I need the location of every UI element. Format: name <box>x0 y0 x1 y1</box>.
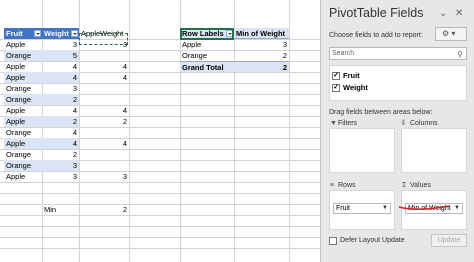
gridline <box>0 226 320 227</box>
pivot-grand-total-label[interactable]: Grand Total <box>180 61 234 72</box>
table-cell-fruit[interactable]: Apple <box>4 39 42 50</box>
rows-area[interactable]: ≡ Rows Fruit ▼ <box>329 182 395 230</box>
table-cell-fruit[interactable]: Apple <box>4 171 42 182</box>
table-cell-fruit[interactable]: Orange <box>4 83 42 94</box>
chevron-down-icon[interactable]: ⌄ <box>439 8 447 19</box>
layout-options-button[interactable]: ⚙ ▾ <box>435 27 467 41</box>
pivot-grand-total-value[interactable]: 2 <box>234 61 289 72</box>
formula-cell[interactable]: 4 <box>79 138 129 149</box>
checkbox[interactable] <box>329 237 337 245</box>
table-cell-weight[interactable]: 3 <box>42 160 79 171</box>
table-cell-fruit[interactable]: Orange <box>4 149 42 160</box>
field-list: ✓ Fruit ✓ Weight <box>329 65 467 101</box>
formula-cell[interactable]: 4 <box>79 105 129 116</box>
checkbox[interactable]: ✓ <box>332 84 340 92</box>
columns-icon: ‖ <box>402 120 405 127</box>
min-value[interactable]: 2 <box>79 204 129 215</box>
formula-cell[interactable]: 4 <box>79 72 129 83</box>
formula-cell[interactable] <box>79 50 129 61</box>
close-icon[interactable]: ✕ <box>455 8 463 19</box>
pivot-row-label[interactable]: Apple <box>180 39 234 50</box>
table-cell-weight[interactable]: 4 <box>42 105 79 116</box>
pivot-row-value[interactable]: 2 <box>234 50 289 61</box>
drag-fields-label: Drag fields between areas below: <box>329 109 433 116</box>
formula-cell[interactable] <box>79 127 129 138</box>
formula-cell[interactable] <box>79 160 129 171</box>
red-annotation-underline <box>398 205 450 210</box>
table-cell-fruit[interactable]: Apple <box>4 116 42 127</box>
chevron-down-icon[interactable]: ▼ <box>454 204 460 213</box>
filter-dropdown-icon[interactable] <box>34 30 41 37</box>
rows-icon: ≡ <box>330 182 335 189</box>
formula-cell[interactable]: 4 <box>79 61 129 72</box>
pane-title: PivotTable Fields <box>329 6 424 20</box>
filters-area[interactable]: ▼ Filters <box>329 120 395 173</box>
choose-fields-label: Choose fields to add to report: <box>329 32 423 39</box>
table-cell-weight[interactable]: 4 <box>42 138 79 149</box>
table-cell-weight[interactable]: 2 <box>42 149 79 160</box>
search-placeholder: Search <box>332 50 355 57</box>
pivot-header-value[interactable]: Min of Weight <box>234 28 289 39</box>
columns-area[interactable]: ‖ Columns <box>401 120 467 173</box>
table-cell-weight[interactable]: 4 <box>42 72 79 83</box>
formula-cell[interactable]: 3 <box>79 39 129 50</box>
rows-field-fruit[interactable]: Fruit ▼ <box>333 203 391 214</box>
table-cell-weight[interactable]: 2 <box>42 116 79 127</box>
sigma-icon: Σ <box>402 182 407 189</box>
table-cell-fruit[interactable]: Orange <box>4 94 42 105</box>
table-cell-fruit[interactable]: Orange <box>4 127 42 138</box>
field-item-weight[interactable]: ✓ Weight <box>332 83 462 93</box>
chevron-down-icon[interactable]: ▼ <box>382 204 388 213</box>
pivot-row-value[interactable]: 3 <box>234 39 289 50</box>
table-cell-weight[interactable]: 3 <box>42 83 79 94</box>
min-label[interactable]: Min <box>42 204 79 215</box>
field-item-fruit[interactable]: ✓ Fruit <box>332 71 462 81</box>
update-button[interactable]: Update <box>431 234 467 247</box>
table-cell-fruit[interactable]: Apple <box>4 138 42 149</box>
table-cell-fruit[interactable]: Apple <box>4 61 42 72</box>
table-header-fruit[interactable]: Fruit <box>4 28 42 39</box>
gridline <box>0 248 320 249</box>
formula-cell[interactable]: 3 <box>79 171 129 182</box>
table-cell-weight[interactable]: 4 <box>42 61 79 72</box>
table-cell-fruit[interactable]: Orange <box>4 160 42 171</box>
formula-cell[interactable]: 2 <box>79 116 129 127</box>
worksheet[interactable]: Fruit Weight AppleWeight Apple 3 3 Orang… <box>0 0 320 262</box>
table-cell-weight[interactable]: 2 <box>42 94 79 105</box>
search-icon: ⚲ <box>457 50 463 59</box>
gridline <box>0 182 320 183</box>
table-cell-weight[interactable]: 3 <box>42 171 79 182</box>
table-cell-weight[interactable]: 3 <box>42 39 79 50</box>
gridline <box>0 215 320 216</box>
search-input[interactable]: Search ⚲ <box>329 47 467 60</box>
pivot-fields-pane: PivotTable Fields ⌄ ✕ Choose fields to a… <box>320 0 474 262</box>
table-cell-fruit[interactable]: Orange <box>4 50 42 61</box>
filter-dropdown-icon[interactable] <box>71 30 78 37</box>
checkbox[interactable]: ✓ <box>332 72 340 80</box>
table-cell-weight[interactable]: 4 <box>42 127 79 138</box>
filter-icon: ▼ <box>330 120 337 127</box>
table-cell-fruit[interactable]: Apple <box>4 105 42 116</box>
formula-cell[interactable] <box>79 149 129 160</box>
formula-cell[interactable] <box>79 83 129 94</box>
formula-cell[interactable] <box>79 94 129 105</box>
gridline <box>0 193 320 194</box>
table-cell-fruit[interactable]: Apple <box>4 72 42 83</box>
pivot-row-label[interactable]: Orange <box>180 50 234 61</box>
gridline <box>0 237 320 238</box>
table-cell-weight[interactable]: 5 <box>42 50 79 61</box>
table-header-weight[interactable]: Weight <box>42 28 79 39</box>
